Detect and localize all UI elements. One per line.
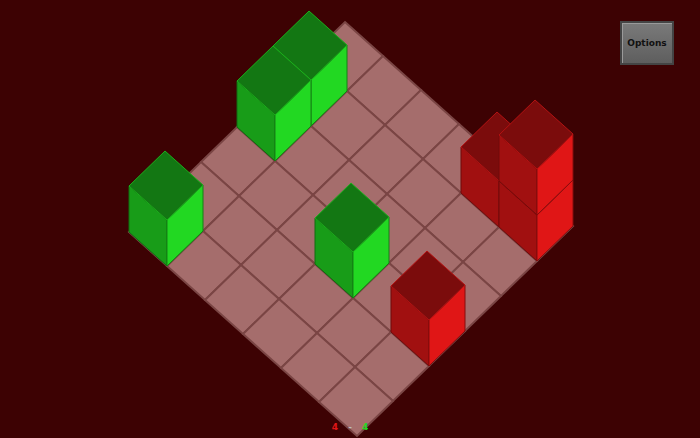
board-tiles xyxy=(129,22,573,436)
score-text: 4 xyxy=(362,422,368,432)
cube[interactable] xyxy=(499,100,573,215)
cube[interactable] xyxy=(315,183,389,298)
score-text: - xyxy=(348,422,352,432)
cube[interactable] xyxy=(391,251,465,366)
pieces xyxy=(129,11,573,366)
options-button[interactable]: Options xyxy=(620,21,674,65)
cube[interactable] xyxy=(129,151,203,266)
board-tile[interactable] xyxy=(319,367,393,436)
game-screen: Options 4-4 xyxy=(0,0,700,438)
score-bar: 4-4 xyxy=(0,422,700,432)
cube[interactable] xyxy=(237,46,311,161)
game-board[interactable] xyxy=(0,0,700,438)
score-text: 4 xyxy=(332,422,338,432)
